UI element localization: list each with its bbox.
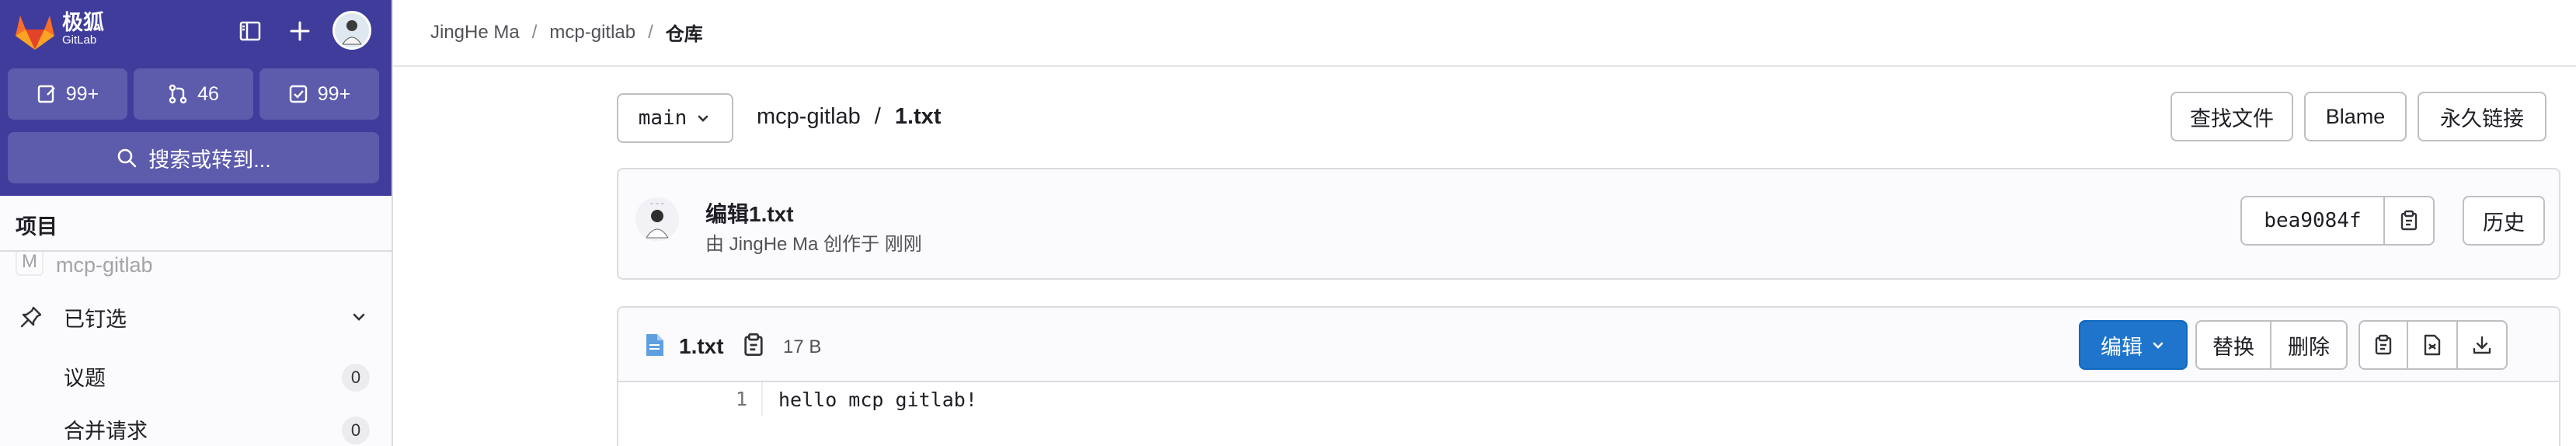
line-content: hello mcp gitlab! [778, 388, 977, 411]
sidebar-item-label: 议题 [64, 366, 106, 390]
line-number[interactable]: 1 [618, 382, 763, 416]
copy-icon [2375, 334, 2392, 355]
brand-sub: GitLab [62, 33, 97, 47]
pinned-label: 已钉选 [64, 307, 127, 331]
project-name: mcp-gitlab [56, 253, 153, 277]
file-path: mcp-gitlab / 1.txt [757, 104, 941, 130]
file-text-icon [646, 334, 663, 356]
file-header: 1.txt 17 B 编辑 替换 删除 [618, 308, 2559, 382]
branch-selector[interactable]: main [617, 93, 733, 143]
file-actions-group [2358, 320, 2508, 370]
last-commit-panel: ~ ~ ~ 编辑1.txt 由 JingHe Ma 创作于 刚刚 bea9084… [617, 168, 2560, 280]
search-button[interactable]: 搜索或转到... [8, 132, 379, 183]
permalink-button[interactable]: 永久链接 [2418, 92, 2546, 141]
copy-path-icon[interactable] [741, 333, 766, 357]
file-size: 17 B [783, 336, 822, 357]
merge-requests-count: 46 [197, 82, 219, 105]
breadcrumb-project[interactable]: mcp-gitlab [549, 22, 635, 44]
sidebar-item-label: 合并请求 [64, 419, 148, 443]
file-viewer: 1.txt 17 B 编辑 替换 删除 1 hello mcp gitlab! [617, 306, 2560, 446]
copy-icon [2400, 210, 2418, 231]
chevron-down-icon [2153, 342, 2163, 349]
brand: 极狐 GitLab [62, 11, 104, 47]
breadcrumb-separator: / [531, 21, 538, 43]
path-project[interactable]: mcp-gitlab [757, 104, 861, 130]
commit-sha-group: bea9084f [2240, 196, 2435, 246]
sidebar-header: 极狐 GitLab 99+ 46 99+ 搜索或转到... [0, 0, 392, 196]
brand-name: 极狐 [62, 11, 104, 34]
issues-count: 99+ [65, 82, 99, 105]
plus-icon[interactable] [284, 16, 315, 47]
svg-text:~ ~ ~: ~ ~ ~ [650, 201, 665, 207]
blame-button[interactable]: Blame [2304, 92, 2407, 141]
breadcrumb-current[interactable]: 仓库 [666, 19, 703, 46]
sidebar-item-issues[interactable]: 议题 0 [0, 353, 392, 399]
breadcrumb-user[interactable]: JingHe Ma [430, 22, 520, 44]
replace-button[interactable]: 替换 [2195, 320, 2271, 370]
download-icon [2473, 336, 2491, 354]
commit-title[interactable]: 编辑1.txt [705, 197, 794, 228]
pin-icon [20, 306, 42, 328]
copy-sha-button[interactable] [2385, 196, 2435, 246]
search-label: 搜索或转到... [148, 148, 271, 172]
chevron-down-icon [353, 313, 365, 321]
count-badge: 0 [342, 416, 370, 444]
sidebar-toggle-icon[interactable] [235, 16, 266, 47]
sidebar-item-merge-requests[interactable]: 合并请求 0 [0, 406, 392, 446]
merge-requests-counter-button[interactable]: 46 [134, 68, 253, 120]
chevron-down-icon [698, 115, 708, 122]
path-separator: / [874, 104, 881, 129]
commit-byline: 由 JingHe Ma 创作于 刚刚 [705, 234, 922, 255]
issues-counter-button[interactable]: 99+ [8, 68, 127, 120]
sidebar: 极狐 GitLab 99+ 46 99+ 搜索或转到... 项目 M mcp-g… [0, 0, 393, 446]
todo-icon [289, 85, 307, 103]
merge-request-icon [169, 84, 187, 104]
user-avatar[interactable] [332, 11, 371, 50]
main-content: main mcp-gitlab / 1.txt 查找文件 Blame 永久链接 … [393, 67, 2576, 446]
section-title-project: 项目 [16, 215, 57, 239]
replace-delete-group: 替换 删除 [2195, 320, 2348, 370]
open-raw-button[interactable] [2408, 320, 2458, 370]
delete-button[interactable]: 删除 [2271, 320, 2348, 370]
history-button[interactable]: 历史 [2463, 196, 2545, 246]
search-icon [117, 148, 137, 168]
top-bar: JingHe Ma / mcp-gitlab / 仓库 [393, 0, 2576, 67]
file-raw-icon [2424, 334, 2441, 356]
project-initial: M [16, 252, 44, 276]
pinned-section-toggle[interactable]: 已钉选 [0, 294, 392, 340]
branch-name: main [638, 106, 688, 130]
edit-dropdown-button[interactable]: 编辑 [2079, 320, 2188, 370]
commit-author-avatar[interactable]: ~ ~ ~ [635, 197, 679, 241]
todos-count: 99+ [317, 82, 351, 105]
count-badge: 0 [342, 364, 370, 392]
gitlab-logo-icon[interactable] [14, 12, 56, 51]
find-file-button[interactable]: 查找文件 [2170, 92, 2293, 141]
issues-icon [37, 85, 55, 103]
file-name: 1.txt [679, 334, 724, 358]
todos-counter-button[interactable]: 99+ [259, 68, 379, 120]
copy-contents-button[interactable] [2358, 320, 2408, 370]
edit-label: 编辑 [2101, 335, 2143, 359]
path-file: 1.txt [894, 104, 942, 129]
breadcrumb: JingHe Ma / mcp-gitlab / 仓库 [430, 19, 703, 46]
project-link[interactable]: M mcp-gitlab [16, 252, 153, 278]
commit-sha-button[interactable]: bea9084f [2240, 196, 2385, 246]
breadcrumb-separator: / [648, 21, 653, 43]
download-button[interactable] [2458, 320, 2508, 370]
code-line: 1 hello mcp gitlab! [618, 382, 2559, 416]
